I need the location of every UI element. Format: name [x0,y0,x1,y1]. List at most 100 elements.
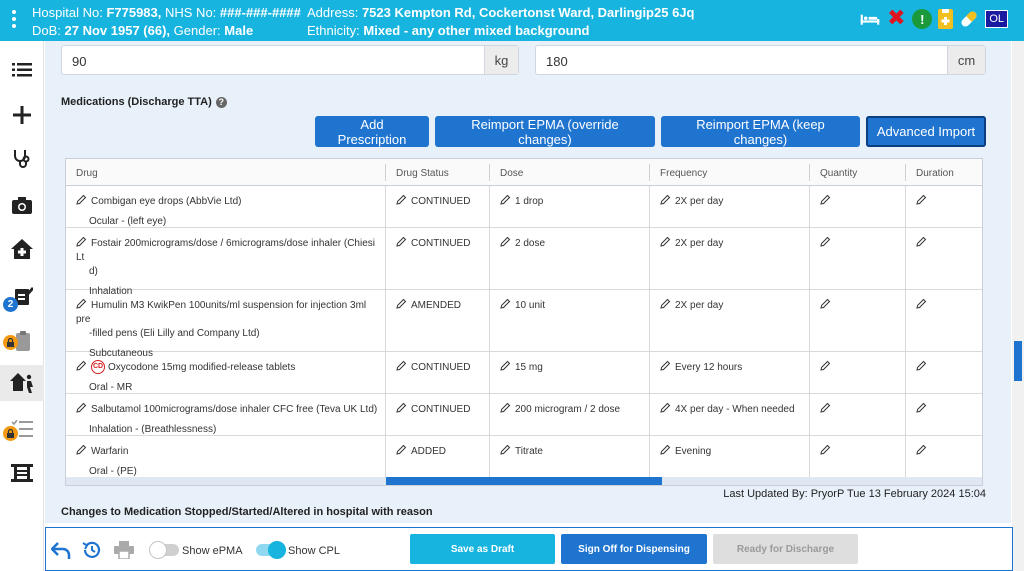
edit-pencil-icon[interactable] [76,194,91,207]
col-dose[interactable]: Dose [500,168,523,179]
edit-pencil-icon[interactable] [916,360,931,373]
edit-pencil-icon[interactable] [500,360,515,373]
help-icon[interactable]: ? [215,96,227,108]
edit-pencil-icon[interactable] [500,402,515,415]
edit-pencil-icon[interactable] [916,194,931,207]
sidebar-item-list[interactable] [0,52,44,88]
lock-icon [3,335,18,350]
edit-pencil-icon[interactable] [76,298,91,311]
edit-pencil-icon[interactable] [916,236,931,249]
page-scroll-thumb[interactable] [1014,341,1022,381]
col-drug[interactable]: Drug [76,168,98,179]
add-prescription-button[interactable]: Add Prescription [315,116,429,147]
edit-pencil-icon[interactable] [396,444,411,457]
sidebar-item-add[interactable] [0,97,44,133]
clipboard-icon[interactable] [938,9,954,29]
user-initials-badge[interactable]: OL [985,10,1008,28]
edit-pencil-icon[interactable] [396,236,411,249]
alert-icon[interactable]: ! [912,9,933,29]
col-drug-status[interactable]: Drug Status [396,168,449,179]
edit-pencil-icon[interactable] [916,444,931,457]
history-icon[interactable] [81,539,103,561]
edit-pencil-icon[interactable] [76,402,91,415]
advanced-import-button[interactable]: Advanced Import [866,116,986,147]
kebab-menu-icon[interactable] [9,10,19,32]
edit-pencil-icon[interactable] [396,194,411,207]
edit-pencil-icon[interactable] [500,444,515,457]
edit-pencil-icon[interactable] [500,298,515,311]
table-horizontal-scrollbar[interactable] [66,477,982,485]
sidebar-item-ward[interactable] [0,455,44,491]
bed-icon[interactable] [860,9,880,29]
edit-pencil-icon[interactable] [396,402,411,415]
edit-pencil-icon[interactable] [916,402,931,415]
dose-cell: 15 mg [500,360,543,375]
edit-pencil-icon[interactable] [820,402,835,415]
reimport-keep-button[interactable]: Reimport EPMA (keep changes) [661,116,860,147]
edit-pencil-icon[interactable] [396,298,411,311]
edit-pencil-icon[interactable] [500,194,515,207]
edit-pencil-icon[interactable] [660,194,675,207]
dose-cell: 1 drop [500,194,543,209]
drug-status-value: CONTINUED [411,238,471,249]
header-icons: ✖ ! OL [860,8,1008,30]
edit-pencil-icon[interactable] [820,444,835,457]
height-value: 180 [546,54,568,69]
edit-pencil-icon[interactable] [820,298,835,311]
quantity-cell [820,236,835,251]
footer-toolbar: Show ePMA Show CPL Save as Draft Sign Of… [45,527,1013,571]
edit-pencil-icon[interactable] [76,236,91,249]
drug-name: Fostair 200micrograms/dose / 6micrograms… [76,238,375,263]
sidebar-item-clipboard[interactable] [0,323,44,359]
table-row[interactable]: CD Oxycodone 15mg modified-release tablet… [66,352,982,394]
edit-pencil-icon[interactable] [660,298,675,311]
weight-field[interactable]: 90 kg [61,45,519,75]
back-icon[interactable] [50,539,72,561]
sidebar-item-camera[interactable] [0,187,44,223]
sidebar-item-prescriptions[interactable]: 2 [0,277,44,313]
col-duration[interactable]: Duration [916,168,954,179]
x-icon[interactable]: ✖ [886,8,906,30]
table-row[interactable]: Humulin M3 KwikPen 100units/ml suspensio… [66,290,982,359]
drug-status-value: CONTINUED [411,196,471,207]
edit-pencil-icon[interactable] [660,360,675,373]
sidebar-item-observations[interactable] [0,141,44,177]
reimport-override-button[interactable]: Reimport EPMA (override changes) [435,116,655,147]
edit-pencil-icon[interactable] [660,236,675,249]
ready-discharge-button[interactable]: Ready for Discharge [713,534,858,564]
table-row[interactable]: Salbutamol 100micrograms/dose inhaler CF… [66,394,982,436]
edit-pencil-icon[interactable] [916,298,931,311]
edit-pencil-icon[interactable] [500,236,515,249]
table-row[interactable]: Warfarin Oral - (PE) ADDED Titrate Evening [66,436,982,478]
show-cpl-toggle[interactable] [256,541,286,559]
medication-actions: Add Prescription Reimport EPMA (override… [315,116,986,147]
drug-cell: Warfarin Oral - (PE) [76,444,381,479]
sidebar-item-home[interactable] [0,231,44,267]
drug-status-value: CONTINUED [411,404,471,415]
height-field[interactable]: 180 cm [535,45,986,75]
table-row[interactable]: Combigan eye drops (AbbVie Ltd) Ocular - … [66,186,982,228]
edit-pencil-icon[interactable] [660,444,675,457]
edit-pencil-icon[interactable] [820,194,835,207]
col-quantity[interactable]: Quantity [820,168,857,179]
save-draft-button[interactable]: Save as Draft [410,534,555,564]
camera-icon [12,196,32,214]
edit-pencil-icon[interactable] [660,402,675,415]
table-row[interactable]: Fostair 200micrograms/dose / 6micrograms… [66,228,982,297]
drug-status-cell: CONTINUED [396,360,470,375]
edit-pencil-icon[interactable] [76,360,91,373]
pill-icon[interactable] [959,9,979,29]
col-frequency[interactable]: Frequency [660,168,707,179]
edit-pencil-icon[interactable] [76,444,91,457]
print-icon[interactable] [113,539,135,561]
page-vertical-scrollbar[interactable] [1012,41,1024,571]
sidebar-item-checklist[interactable] [0,411,44,447]
sidebar-item-discharge[interactable] [0,365,44,401]
sign-off-button[interactable]: Sign Off for Dispensing [561,534,707,564]
edit-pencil-icon[interactable] [820,236,835,249]
edit-pencil-icon[interactable] [396,360,411,373]
frequency-value: 2X per day [675,300,724,311]
show-epma-toggle[interactable] [149,541,179,559]
scroll-thumb[interactable] [386,477,662,485]
edit-pencil-icon[interactable] [820,360,835,373]
